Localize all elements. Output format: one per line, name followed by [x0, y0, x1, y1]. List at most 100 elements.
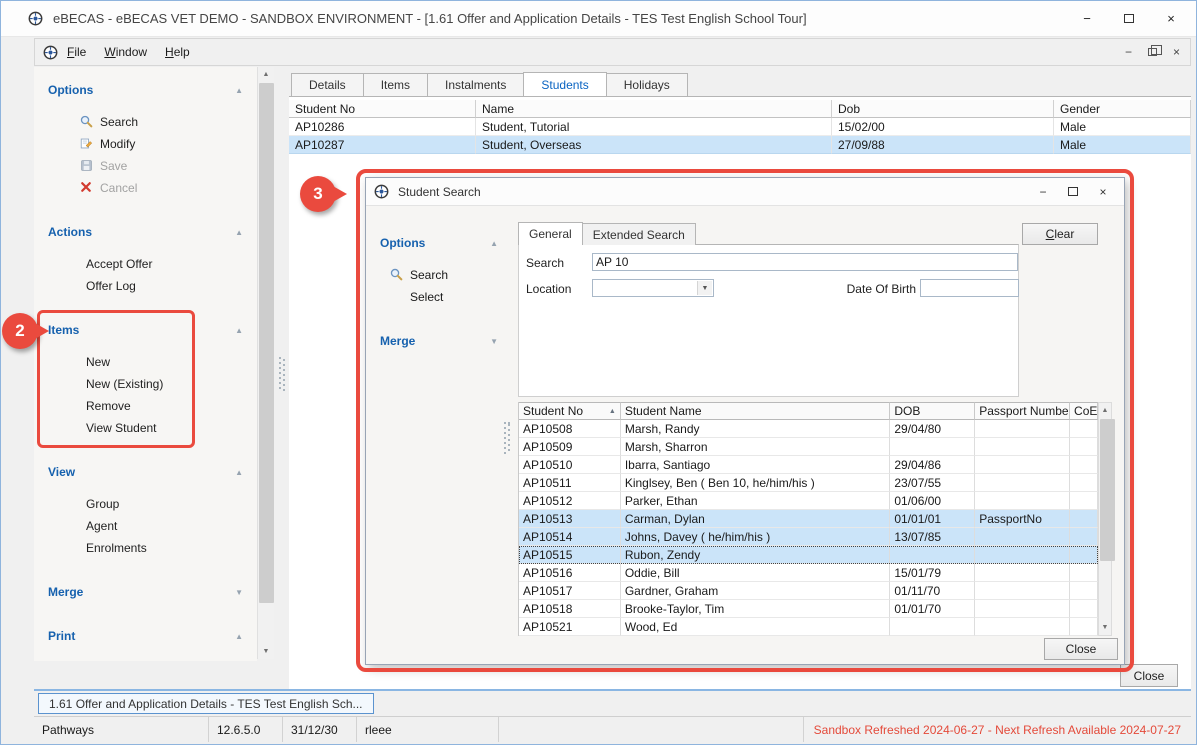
student-row[interactable]: AP10518Brooke-Taylor, Tim01/01/70 [519, 600, 1098, 618]
status-12-6-5-0: 12.6.5.0 [209, 717, 283, 742]
student-row[interactable]: AP10508Marsh, Randy29/04/80 [519, 420, 1098, 438]
sidebar-heading-print[interactable]: Print▲ [34, 625, 257, 647]
column-header-dob[interactable]: Dob [832, 100, 1054, 118]
student-row[interactable]: AP10521Wood, Ed [519, 618, 1098, 636]
sidebar-item-offer-log[interactable]: Offer Log [34, 275, 257, 297]
sidebar-item-remove[interactable]: Remove [34, 395, 257, 417]
grid-cell [1070, 600, 1098, 618]
sidebar-item-modify[interactable]: Modify [34, 133, 257, 155]
menu-file[interactable]: File [58, 39, 95, 65]
menu-window[interactable]: Window [95, 39, 156, 65]
sidebar-item-cancel[interactable]: Cancel [34, 177, 257, 199]
grid-cell: Rubon, Zendy [621, 546, 891, 564]
grid-cell [975, 474, 1070, 492]
clear-button[interactable]: Clear [1022, 223, 1098, 245]
dialog-options-heading[interactable]: Options ▲ [380, 232, 498, 254]
menu-help[interactable]: Help [156, 39, 199, 65]
scroll-up-icon[interactable]: ▲ [1099, 403, 1111, 418]
tab-holidays[interactable]: Holidays [606, 73, 688, 96]
sidebar-item-accept-offer[interactable]: Accept Offer [34, 253, 257, 275]
grid-splitter-grip-icon[interactable] [504, 422, 510, 454]
dialog-window-controls: − × [1028, 180, 1118, 204]
sidebar-heading-view[interactable]: View▲ [34, 461, 257, 483]
sidebar-item-new-existing[interactable]: New (Existing) [34, 373, 257, 395]
maximize-icon[interactable] [1108, 1, 1150, 36]
sidebar-item-search[interactable]: Search [34, 111, 257, 133]
student-row[interactable]: AP10510Ibarra, Santiago29/04/86 [519, 456, 1098, 474]
sidebar-item-label: New (Existing) [86, 377, 163, 391]
window-tab[interactable]: 1.61 Offer and Application Details - TES… [38, 693, 374, 714]
student-row[interactable]: AP10509Marsh, Sharron [519, 438, 1098, 456]
grid-column-header-dob[interactable]: DOB [890, 402, 975, 420]
mdi-minimize-icon[interactable]: − [1125, 45, 1132, 59]
grid-column-header-student-name[interactable]: Student Name [621, 402, 891, 420]
mdi-restore-icon[interactable] [1148, 48, 1157, 56]
chevron-up-icon: ▲ [490, 239, 498, 248]
student-row[interactable]: AP10514Johns, Davey ( he/him/his )13/07/… [519, 528, 1098, 546]
dialog-option-search[interactable]: Search [380, 264, 498, 286]
tab-students[interactable]: Students [523, 72, 606, 96]
document-icon[interactable] [43, 45, 58, 60]
column-header-name[interactable]: Name [476, 100, 832, 118]
tab-details[interactable]: Details [291, 73, 364, 96]
sidebar-item-agent[interactable]: Agent [34, 515, 257, 537]
modify-icon [80, 137, 94, 151]
tab-items[interactable]: Items [363, 73, 428, 96]
sidebar-heading-actions[interactable]: Actions▲ [34, 221, 257, 243]
sidebar-item-group[interactable]: Group [34, 493, 257, 515]
dialog-merge-heading[interactable]: Merge ▼ [380, 330, 498, 352]
student-row[interactable]: AP10512Parker, Ethan01/06/00 [519, 492, 1098, 510]
table-cell: Male [1054, 118, 1191, 136]
location-select[interactable]: ▼ [592, 279, 714, 297]
sidebar-group-actions: Actions▲ Accept OfferOffer Log [34, 221, 257, 297]
minimize-icon[interactable]: − [1066, 1, 1108, 36]
search-input[interactable] [592, 253, 1018, 271]
table-row[interactable]: AP10287Student, Overseas27/09/88Male [289, 136, 1191, 154]
column-header-gender[interactable]: Gender [1054, 100, 1191, 118]
student-row[interactable]: AP10511Kinglsey, Ben ( Ben 10, he/him/hi… [519, 474, 1098, 492]
close-icon[interactable]: × [1150, 1, 1192, 36]
dialog-minimize-icon[interactable]: − [1028, 180, 1058, 204]
grid-column-header-coe[interactable]: CoE [1070, 402, 1098, 420]
dialog-maximize-icon[interactable] [1058, 180, 1088, 204]
tab-instalments[interactable]: Instalments [427, 73, 524, 96]
app-icon[interactable] [28, 11, 44, 27]
grid-column-header-passport-number[interactable]: Passport Number [975, 402, 1070, 420]
grid-column-header-student-no[interactable]: Student No▲ [519, 402, 621, 420]
dialog-option-select[interactable]: Select [380, 286, 498, 308]
sidebar-item-new[interactable]: New [34, 351, 257, 373]
chevron-down-icon[interactable]: ▼ [697, 281, 712, 295]
table-row[interactable]: AP10286Student, Tutorial15/02/00Male [289, 118, 1191, 136]
column-header-student-no[interactable]: Student No [289, 100, 476, 118]
dialog-tab-general[interactable]: General [518, 222, 583, 245]
sidebar-item-save[interactable]: Save [34, 155, 257, 177]
student-row[interactable]: AP10513Carman, Dylan01/01/01PassportNo [519, 510, 1098, 528]
sidebar-item-label: Save [100, 159, 127, 173]
grid-cell: AP10509 [519, 438, 621, 456]
sidebar-heading-options[interactable]: Options▲ [34, 79, 257, 101]
scrollbar-thumb[interactable] [259, 83, 274, 603]
scroll-down-icon[interactable]: ▼ [1099, 620, 1111, 635]
sidebar-item-view-student[interactable]: View Student [34, 417, 257, 439]
student-row[interactable]: AP10515Rubon, Zendy [519, 546, 1098, 564]
scroll-up-icon[interactable]: ▲ [258, 67, 274, 82]
student-row[interactable]: AP10517Gardner, Graham01/11/70 [519, 582, 1098, 600]
sidebar-item-word-merge[interactable]: WWord Merge [34, 657, 257, 661]
sidebar-group-merge: Merge▼ [34, 581, 257, 603]
sidebar-heading-merge[interactable]: Merge▼ [34, 581, 257, 603]
grid-cell: AP10517 [519, 582, 621, 600]
status-pathways: Pathways [34, 717, 209, 742]
sidebar-item-enrolments[interactable]: Enrolments [34, 537, 257, 559]
dialog-tab-extended-search[interactable]: Extended Search [582, 223, 696, 245]
date-of-birth-input[interactable] [920, 279, 1019, 297]
scrollbar-thumb[interactable] [1100, 419, 1115, 561]
mdi-close-icon[interactable]: × [1173, 45, 1180, 59]
scroll-down-icon[interactable]: ▼ [258, 644, 274, 659]
sidebar-heading-items[interactable]: Items▲ [34, 319, 257, 341]
main-close-button[interactable]: Close [1120, 664, 1178, 687]
sidebar-splitter[interactable] [275, 67, 289, 661]
dialog-close-icon[interactable]: × [1088, 180, 1118, 204]
student-row[interactable]: AP10516Oddie, Bill15/01/79 [519, 564, 1098, 582]
status-fields: Pathways12.6.5.031/12/30rleee [34, 717, 499, 742]
dialog-close-button[interactable]: Close [1044, 638, 1118, 660]
